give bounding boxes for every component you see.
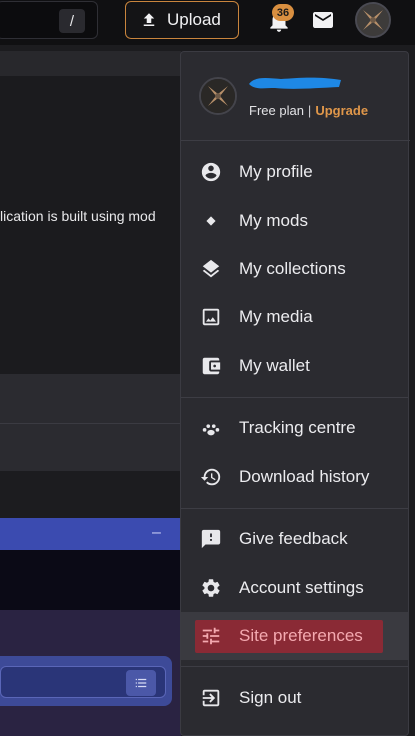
menu-item-label: My mods [239,211,308,230]
top-bar: / Upload 36 [0,0,415,45]
logout-icon [200,687,222,709]
menu-item-my-media[interactable]: My media [181,293,408,341]
menu-item-label: My profile [239,162,313,181]
menu-divider [181,666,408,667]
menu-item-account-settings[interactable]: Account settings [181,564,408,612]
menu-item-my-wallet[interactable]: My wallet [181,342,408,390]
menu-item-label: Download history [239,467,370,486]
upload-button[interactable]: Upload [125,1,239,39]
background-row [0,374,181,424]
sliders-icon [200,625,222,647]
menu-item-my-mods[interactable]: My mods [181,197,408,245]
wallet-icon [200,355,222,377]
upload-label: Upload [167,10,221,29]
background-window-body [0,550,181,610]
menu-item-label: Give feedback [239,529,348,548]
menu-divider [181,397,408,398]
menu-item-my-profile[interactable]: My profile [181,148,408,196]
background-header-strip [0,51,181,76]
search-shortcut-key: / [59,9,85,33]
menu-item-give-feedback[interactable]: Give feedback [181,515,408,563]
background-gap [0,471,181,518]
menu-item-label: Tracking centre [239,418,356,437]
plan-info: Free plan | Upgrade [249,103,368,118]
menu-divider [181,508,408,509]
minimize-icon[interactable]: – [152,524,161,542]
paw-icon [200,417,222,439]
menu-item-label: My wallet [239,356,310,375]
background-edge [409,51,415,736]
menu-item-download-history[interactable]: Download history [181,453,408,501]
gear-icon [200,577,222,599]
username-redacted [249,77,341,89]
mail-icon[interactable] [310,8,336,32]
menu-item-site-preferences[interactable]: Site preferences [181,612,408,660]
background-panel [0,76,181,374]
feedback-icon [200,528,222,550]
background-row [0,424,181,471]
menu-item-label: My collections [239,259,346,278]
diamond-icon [200,210,222,232]
plan-label: Free plan [249,103,304,118]
upgrade-link[interactable]: Upgrade [315,103,368,118]
menu-item-sign-out[interactable]: Sign out [181,674,408,722]
menu-item-tracking-centre[interactable]: Tracking centre [181,404,408,452]
search-input[interactable]: / [0,1,98,39]
menu-item-label: Sign out [239,688,302,707]
notification-badge: 36 [272,4,294,21]
menu-item-label: Site preferences [239,626,363,645]
avatar[interactable] [355,2,391,38]
menu-item-my-collections[interactable]: My collections [181,245,408,293]
user-circle-icon [200,161,222,183]
user-menu: Free plan | Upgrade My profile My mods My … [180,51,410,736]
plan-separator: | [307,103,312,118]
list-button[interactable] [126,670,156,696]
menu-item-label: My media [239,307,313,326]
menu-item-label: Account settings [239,578,364,597]
background-description-text: lication is built using mod [0,208,156,224]
menu-profile-header: Free plan | Upgrade [181,52,410,141]
list-icon [135,678,147,688]
layers-icon [200,258,222,280]
history-icon [200,466,222,488]
avatar[interactable] [199,77,237,115]
image-icon [200,306,222,328]
upload-icon [143,13,155,26]
